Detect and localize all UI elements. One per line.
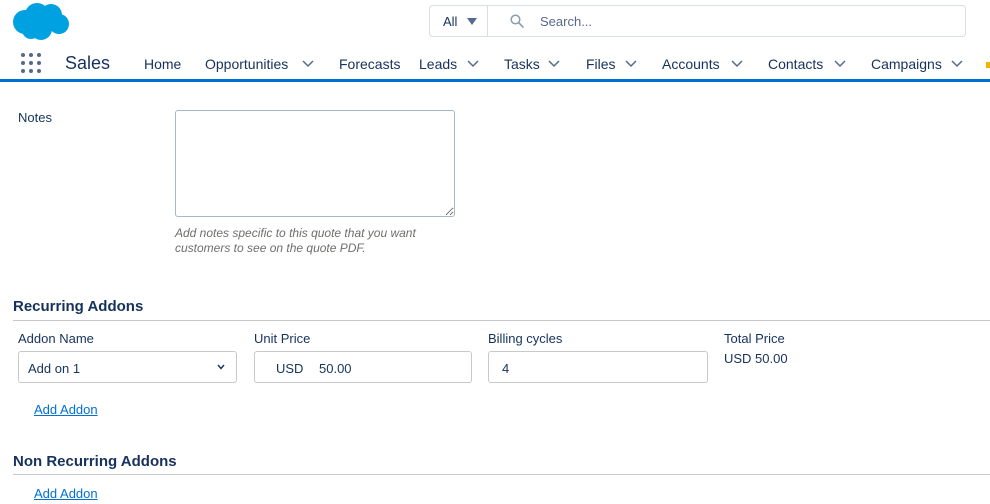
caret-down-icon <box>467 18 477 25</box>
nav-tab-leads[interactable]: Leads <box>419 56 457 72</box>
addon-name-value: Add on 1 <box>28 361 81 376</box>
nav-tab-files[interactable]: Files <box>586 56 616 72</box>
notes-textarea[interactable] <box>175 110 455 217</box>
nav-tab-accounts[interactable]: Accounts <box>662 56 720 72</box>
billing-cycles-label: Billing cycles <box>488 331 563 346</box>
chevron-down-icon[interactable] <box>731 60 743 68</box>
total-price-value: USD 50.00 <box>724 351 788 366</box>
search-icon <box>510 14 524 28</box>
chevron-down-icon[interactable] <box>834 60 846 68</box>
notes-label: Notes <box>18 110 52 125</box>
chevron-down-icon[interactable] <box>625 60 637 68</box>
unit-price-value: 50.00 <box>319 361 352 376</box>
section-divider <box>13 474 990 475</box>
chevron-down-icon <box>217 364 225 370</box>
notes-help-text: Add notes specific to this quote that yo… <box>175 226 416 255</box>
app-launcher-icon[interactable] <box>21 53 43 75</box>
nav-tab-tasks[interactable]: Tasks <box>504 56 540 72</box>
non-recurring-addons-title: Non Recurring Addons <box>13 453 177 470</box>
search-scope-dropdown[interactable]: All <box>430 6 488 36</box>
chevron-down-icon[interactable] <box>951 60 963 68</box>
recurring-addons-title: Recurring Addons <box>13 298 144 315</box>
add-recurring-addon-link[interactable]: Add Addon <box>34 402 98 417</box>
app-navigation-bar: Sales Home Opportunities Forecasts Leads… <box>0 44 990 82</box>
unit-price-input[interactable]: USD 50.00 <box>254 351 472 383</box>
nav-tab-home[interactable]: Home <box>144 56 181 72</box>
chevron-down-icon[interactable] <box>467 60 479 68</box>
add-non-recurring-addon-link[interactable]: Add Addon <box>34 486 98 501</box>
search-scope-label: All <box>443 14 458 29</box>
app-name: Sales <box>65 53 111 73</box>
global-header: All <box>0 0 990 44</box>
billing-cycles-input[interactable]: 4 <box>488 351 708 383</box>
salesforce-logo-icon[interactable] <box>11 2 71 42</box>
nav-tab-campaigns[interactable]: Campaigns <box>871 56 942 72</box>
quote-form: Notes Add notes specific to this quote t… <box>0 85 990 504</box>
nav-tab-contacts[interactable]: Contacts <box>768 56 823 72</box>
nav-overflow-indicator <box>986 62 990 68</box>
billing-cycles-value: 4 <box>502 361 510 376</box>
global-search: All <box>429 5 966 37</box>
nav-tab-opportunities[interactable]: Opportunities <box>205 56 288 72</box>
total-price-label: Total Price <box>724 331 785 346</box>
chevron-down-icon[interactable] <box>302 60 314 68</box>
nav-tab-forecasts[interactable]: Forecasts <box>339 56 400 72</box>
unit-price-label: Unit Price <box>254 331 311 346</box>
addon-name-label: Addon Name <box>18 331 94 346</box>
chevron-down-icon[interactable] <box>548 60 560 68</box>
addon-name-select[interactable]: Add on 1 <box>18 351 237 383</box>
section-divider <box>13 320 990 321</box>
search-input[interactable] <box>530 6 950 36</box>
unit-price-currency: USD <box>276 361 304 376</box>
